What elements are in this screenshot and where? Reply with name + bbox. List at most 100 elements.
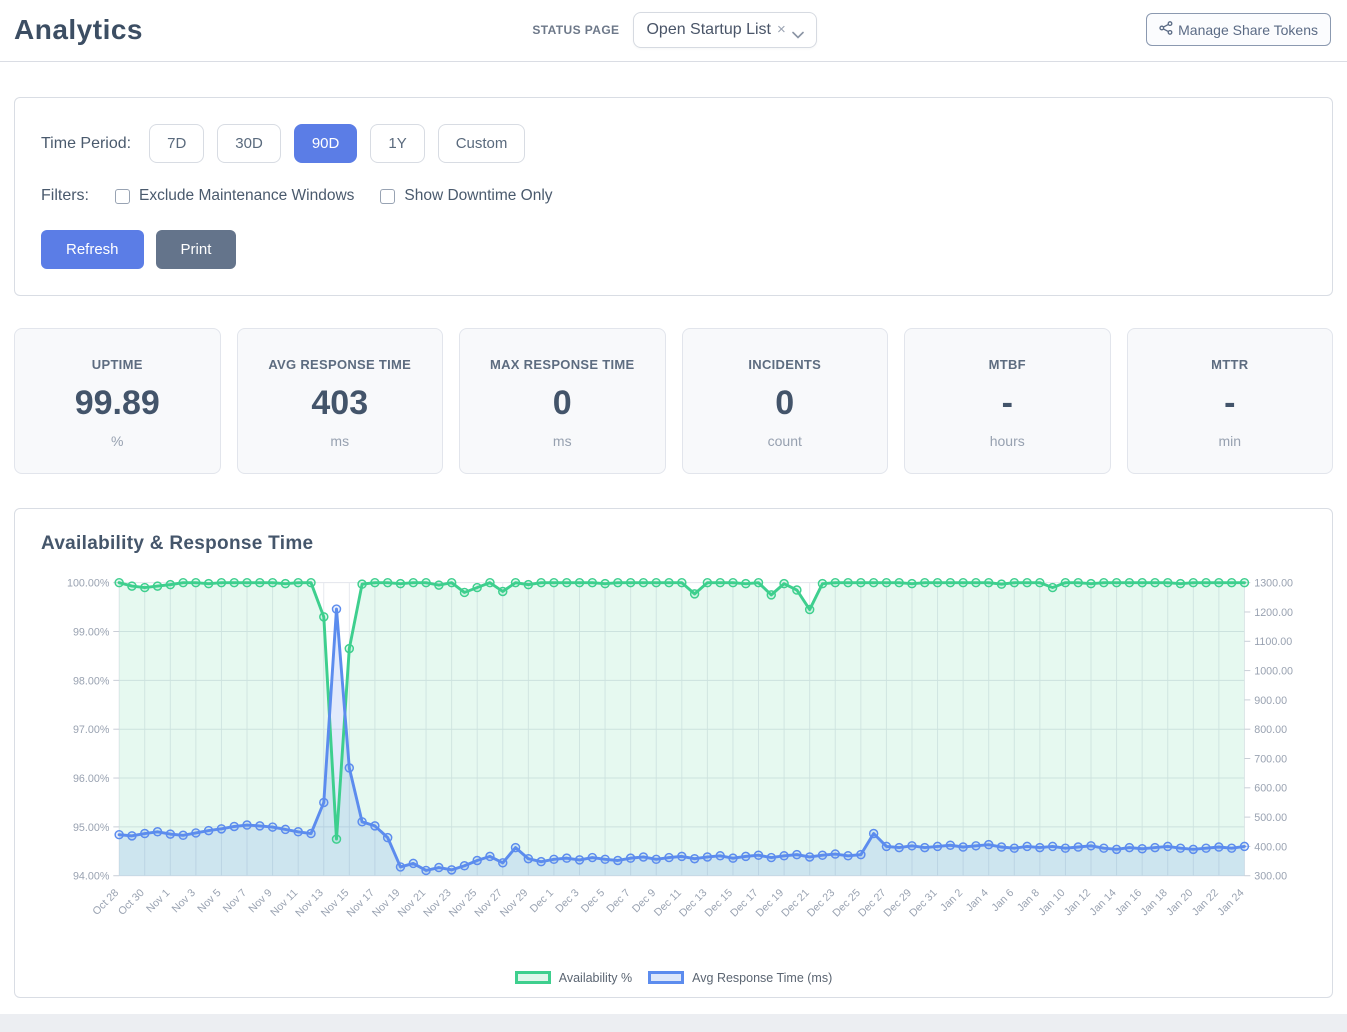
clear-selection-icon[interactable]: × xyxy=(777,22,786,37)
svg-text:Jan 18: Jan 18 xyxy=(1139,887,1170,918)
period-button-30d[interactable]: 30D xyxy=(217,124,281,163)
svg-text:Jan 20: Jan 20 xyxy=(1164,887,1195,918)
chart-legend: Availability % Avg Response Time (ms) xyxy=(41,971,1306,985)
legend-label: Availability % xyxy=(559,971,632,985)
availability-chart: 100.00%99.00%98.00%97.00%96.00%95.00%94.… xyxy=(41,569,1306,969)
share-icon xyxy=(1159,21,1173,38)
svg-text:Jan 24: Jan 24 xyxy=(1215,887,1246,918)
legend-item-availability[interactable]: Availability % xyxy=(515,971,632,985)
svg-text:1200.00: 1200.00 xyxy=(1254,607,1293,619)
stat-value: - xyxy=(913,384,1102,423)
status-page-select[interactable]: Open Startup List × xyxy=(633,12,816,48)
svg-text:94.00%: 94.00% xyxy=(73,871,110,883)
legend-swatch-green xyxy=(515,971,551,984)
svg-text:Nov 3: Nov 3 xyxy=(170,887,198,915)
filters-label: Filters: xyxy=(41,187,89,205)
exclude-maintenance-checkbox-item[interactable]: Exclude Maintenance Windows xyxy=(115,187,354,205)
chart-panel: Availability & Response Time 100.00% 99.0… xyxy=(14,508,1333,998)
svg-text:Dec 25: Dec 25 xyxy=(830,887,863,920)
legend-item-response-time[interactable]: Avg Response Time (ms) xyxy=(648,971,832,985)
chevron-down-icon xyxy=(792,26,804,34)
svg-text:97.00%: 97.00% xyxy=(73,724,110,736)
svg-text:99.00%: 99.00% xyxy=(73,626,110,638)
svg-text:Nov 23: Nov 23 xyxy=(421,887,454,920)
stat-unit: ms xyxy=(246,433,435,449)
svg-text:Jan 4: Jan 4 xyxy=(964,887,991,914)
exclude-maintenance-label: Exclude Maintenance Windows xyxy=(139,187,354,205)
svg-text:900.00: 900.00 xyxy=(1254,695,1287,707)
stat-card-incidents: INCIDENTS 0 count xyxy=(682,328,889,474)
status-page-selected-value: Open Startup List xyxy=(646,21,771,39)
svg-text:Nov 17: Nov 17 xyxy=(344,887,377,920)
stat-value: 0 xyxy=(691,384,880,423)
svg-text:Nov 7: Nov 7 xyxy=(221,887,249,915)
filters-row: Filters: Exclude Maintenance Windows Sho… xyxy=(41,187,1306,205)
stat-card-max-response-time: MAX RESPONSE TIME 0 ms xyxy=(459,328,666,474)
svg-text:Jan 12: Jan 12 xyxy=(1062,887,1093,918)
stat-value: 403 xyxy=(246,384,435,423)
print-button[interactable]: Print xyxy=(156,230,237,269)
svg-text:100.00%: 100.00% xyxy=(67,578,110,590)
svg-text:Dec 27: Dec 27 xyxy=(856,887,889,920)
svg-text:Jan 2: Jan 2 xyxy=(938,887,965,914)
legend-label: Avg Response Time (ms) xyxy=(692,971,832,985)
stat-label: MTTR xyxy=(1136,357,1325,372)
time-period-row: Time Period: 7D 30D 90D 1Y Custom xyxy=(41,124,1306,163)
status-page-label: STATUS PAGE xyxy=(532,23,619,37)
svg-text:400.00: 400.00 xyxy=(1254,841,1287,853)
stat-unit: ms xyxy=(468,433,657,449)
exclude-maintenance-checkbox[interactable] xyxy=(115,189,130,204)
svg-text:Jan 6: Jan 6 xyxy=(989,887,1016,914)
svg-text:800.00: 800.00 xyxy=(1254,724,1287,736)
stat-label: INCIDENTS xyxy=(691,357,880,372)
svg-text:Nov 1: Nov 1 xyxy=(144,887,172,915)
period-button-7d[interactable]: 7D xyxy=(149,124,204,163)
svg-text:Dec 17: Dec 17 xyxy=(728,887,761,920)
svg-text:Nov 5: Nov 5 xyxy=(195,887,223,915)
period-button-90d[interactable]: 90D xyxy=(294,124,358,163)
show-downtime-checkbox-item[interactable]: Show Downtime Only xyxy=(380,187,552,205)
stat-unit: hours xyxy=(913,433,1102,449)
svg-text:Nov 25: Nov 25 xyxy=(447,887,480,920)
svg-text:300.00: 300.00 xyxy=(1254,871,1287,883)
svg-text:Dec 29: Dec 29 xyxy=(882,887,915,920)
stat-card-avg-response-time: AVG RESPONSE TIME 403 ms xyxy=(237,328,444,474)
app-header: Analytics STATUS PAGE Open Startup List … xyxy=(0,0,1347,62)
stats-row: UPTIME 99.89 % AVG RESPONSE TIME 403 ms … xyxy=(14,328,1333,474)
time-period-label: Time Period: xyxy=(41,135,131,153)
refresh-button[interactable]: Refresh xyxy=(41,230,144,269)
svg-text:Dec 31: Dec 31 xyxy=(907,887,940,920)
svg-text:Dec 21: Dec 21 xyxy=(779,887,812,920)
svg-text:600.00: 600.00 xyxy=(1254,783,1287,795)
stat-card-uptime: UPTIME 99.89 % xyxy=(14,328,221,474)
svg-text:Dec 13: Dec 13 xyxy=(677,887,710,920)
stat-card-mttr: MTTR - min xyxy=(1127,328,1334,474)
svg-text:Jan 10: Jan 10 xyxy=(1036,887,1067,918)
svg-text:Nov 27: Nov 27 xyxy=(472,887,505,920)
show-downtime-checkbox[interactable] xyxy=(380,189,395,204)
stat-unit: count xyxy=(691,433,880,449)
period-button-custom[interactable]: Custom xyxy=(438,124,526,163)
manage-share-tokens-button[interactable]: Manage Share Tokens xyxy=(1146,13,1331,46)
period-button-1y[interactable]: 1Y xyxy=(370,124,424,163)
chart-canvas: 100.00%99.00%98.00%97.00%96.00%95.00%94.… xyxy=(41,569,1306,964)
filters-panel: Time Period: 7D 30D 90D 1Y Custom Filter… xyxy=(14,97,1333,296)
stat-unit: % xyxy=(23,433,212,449)
stat-value: - xyxy=(1136,384,1325,423)
svg-text:96.00%: 96.00% xyxy=(73,773,110,785)
page-title: Analytics xyxy=(14,14,143,46)
time-period-button-group: 7D 30D 90D 1Y Custom xyxy=(149,124,525,163)
svg-text:1100.00: 1100.00 xyxy=(1254,636,1292,648)
svg-text:95.00%: 95.00% xyxy=(73,822,110,834)
svg-text:700.00: 700.00 xyxy=(1254,753,1287,765)
svg-text:Nov 29: Nov 29 xyxy=(498,887,531,920)
show-downtime-label: Show Downtime Only xyxy=(404,187,552,205)
stat-label: AVG RESPONSE TIME xyxy=(246,357,435,372)
svg-text:Dec 7: Dec 7 xyxy=(604,887,632,915)
svg-text:Oct 30: Oct 30 xyxy=(116,887,147,918)
svg-text:Dec 23: Dec 23 xyxy=(805,887,838,920)
stat-unit: min xyxy=(1136,433,1325,449)
chart-title: Availability & Response Time xyxy=(41,533,1306,555)
svg-text:Nov 15: Nov 15 xyxy=(319,887,352,920)
stat-value: 99.89 xyxy=(23,384,212,423)
